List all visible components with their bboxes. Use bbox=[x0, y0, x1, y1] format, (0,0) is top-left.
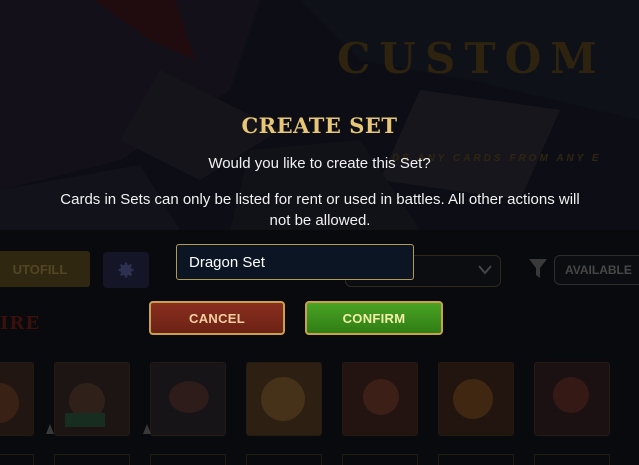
confirm-button[interactable]: CONFIRM bbox=[305, 301, 443, 335]
set-name-input[interactable] bbox=[176, 244, 414, 280]
modal-question: Would you like to create this Set? bbox=[208, 155, 431, 172]
modal-title: CREATE SET bbox=[241, 113, 398, 138]
cancel-button[interactable]: CANCEL bbox=[149, 301, 285, 335]
modal-info-text: Cards in Sets can only be listed for ren… bbox=[60, 191, 580, 229]
create-set-modal: CREATE SET Would you like to create this… bbox=[0, 0, 639, 465]
